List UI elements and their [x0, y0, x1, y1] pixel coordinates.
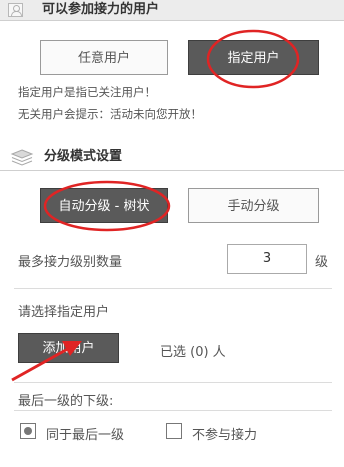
- hint-line-1: 指定用户是指已关注用户！: [18, 85, 156, 99]
- last-level-label: 最后一级的下级:: [18, 394, 114, 409]
- selected-count-text: 已选 (0) 人: [160, 345, 226, 360]
- radio-selected-dot: [24, 427, 32, 435]
- section-title-levels: 分级模式设置: [44, 149, 123, 164]
- section-title-users: 可以参加接力的用户: [42, 2, 160, 17]
- auto-level-tree-button[interactable]: 自动分级 - 树状: [40, 188, 168, 223]
- divider-2: [14, 382, 332, 383]
- any-user-button[interactable]: 任意用户: [40, 40, 168, 75]
- user-icon: [8, 3, 23, 17]
- divider-3: [14, 410, 332, 411]
- manual-level-button[interactable]: 手动分级: [188, 188, 319, 223]
- divider-1: [14, 288, 332, 289]
- max-levels-input[interactable]: 3: [227, 244, 307, 274]
- layers-icon: [10, 149, 34, 166]
- specified-user-button[interactable]: 指定用户: [188, 40, 319, 75]
- same-as-last-radio[interactable]: [20, 423, 36, 439]
- max-levels-label: 最多接力级别数量: [18, 255, 123, 270]
- same-as-last-label[interactable]: 同于最后一级: [46, 424, 124, 443]
- not-participate-label[interactable]: 不参与接力: [192, 424, 257, 443]
- hint-line-2: 无关用户会提示：活动未向您开放！: [18, 107, 202, 121]
- add-user-button[interactable]: 添加用户: [18, 333, 119, 363]
- not-participate-radio[interactable]: [166, 423, 182, 439]
- section-header-divider: [0, 170, 344, 171]
- section-header-users: 可以参加接力的用户: [0, 0, 344, 21]
- max-levels-unit: 级: [315, 255, 329, 270]
- select-user-label: 请选择指定用户: [18, 305, 110, 320]
